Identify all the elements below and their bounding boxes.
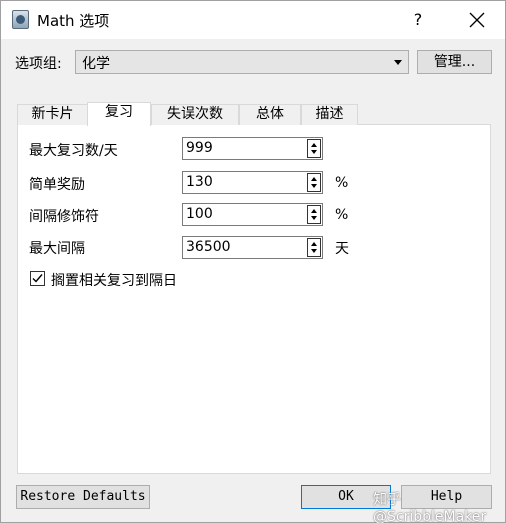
max-interval-spinbox[interactable]: 36500 [182, 236, 323, 259]
max-reviews-label: 最大复习数/天 [29, 143, 118, 159]
easy-bonus-label: 简单奖励 [29, 177, 85, 193]
option-group-value: 化学 [82, 56, 110, 72]
spin-arrows-icon[interactable] [307, 238, 321, 257]
tab-general[interactable]: 总体 [239, 104, 301, 125]
spin-arrows-icon[interactable] [307, 139, 321, 158]
manage-button[interactable]: 管理... [417, 50, 492, 74]
watermark: 知乎 @ScribbleMaker [373, 492, 487, 523]
spin-arrows-icon[interactable] [307, 205, 321, 224]
spin-arrows-icon[interactable] [307, 173, 321, 192]
bury-related-checkbox[interactable] [30, 271, 45, 286]
easy-bonus-spinbox[interactable]: 130 [182, 171, 323, 194]
tab-lapses[interactable]: 失误次数 [151, 104, 239, 125]
max-interval-unit: 天 [335, 241, 349, 257]
title-bar: Math 选项 ? [1, 1, 505, 39]
help-title-button[interactable]: ? [406, 7, 430, 33]
close-button[interactable] [449, 1, 505, 39]
window-title: Math 选项 [37, 12, 110, 30]
interval-modifier-spinbox[interactable]: 100 [182, 203, 323, 226]
interval-modifier-unit: % [335, 207, 349, 223]
easy-bonus-value: 130 [186, 174, 213, 190]
option-group-select[interactable]: 化学 [75, 50, 409, 74]
check-icon [32, 274, 43, 283]
option-group-label: 选项组: [15, 56, 62, 72]
max-reviews-spinbox[interactable]: 999 [182, 137, 323, 160]
tab-new-cards[interactable]: 新卡片 [17, 104, 88, 125]
close-icon [469, 12, 485, 28]
max-reviews-value: 999 [186, 140, 213, 156]
restore-defaults-button[interactable]: Restore Defaults [16, 485, 150, 509]
max-interval-value: 36500 [186, 239, 231, 255]
tab-description[interactable]: 描述 [301, 104, 358, 125]
interval-modifier-label: 间隔修饰符 [29, 209, 99, 225]
max-interval-label: 最大间隔 [29, 241, 85, 257]
easy-bonus-unit: % [335, 175, 349, 191]
bury-related-label[interactable]: 搁置相关复习到隔日 [51, 270, 177, 290]
tab-reviews[interactable]: 复习 [87, 102, 151, 126]
app-icon [12, 10, 29, 29]
chevron-down-icon [394, 60, 402, 65]
interval-modifier-value: 100 [186, 206, 213, 222]
options-dialog: Math 选项 ? 选项组: 化学 管理... 新卡片 复习 失误次数 总体 描… [0, 0, 506, 523]
